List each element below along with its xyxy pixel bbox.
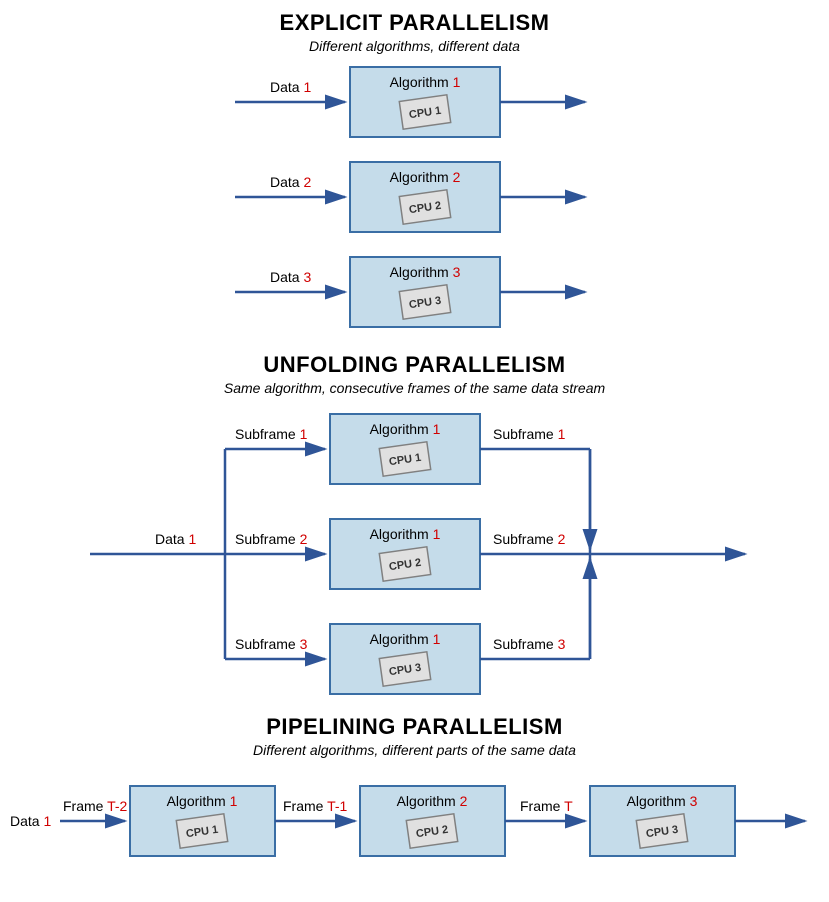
explicit-row-3: Data 3 Algorithm 3 CPU 3 — [235, 257, 585, 327]
unfolding-diagram: Data 1 Subframe 1 Subframe 2 Subframe 3 … — [25, 404, 805, 704]
explicit-row-2: Data 2 Algorithm 2 CPU 2 — [235, 162, 585, 232]
pipelining-section: PIPELINING PARALLELISM Different algorit… — [0, 714, 829, 876]
svg-text:Algorithm 1: Algorithm 1 — [369, 631, 440, 647]
unfolding-subtitle: Same algorithm, consecutive frames of th… — [0, 380, 829, 396]
pipelining-diagram: Data 1 Frame T-2 Algorithm 1 CPU 1 Frame… — [5, 766, 825, 876]
explicit-title: EXPLICIT PARALLELISM — [0, 10, 829, 36]
svg-text:Data 1: Data 1 — [270, 79, 311, 95]
svg-text:Algorithm 1: Algorithm 1 — [369, 421, 440, 437]
explicit-subtitle: Different algorithms, different data — [0, 38, 829, 54]
svg-text:Subframe 1: Subframe 1 — [235, 426, 308, 442]
explicit-row-1: Data 1 Algorithm 1 CPU 1 — [235, 67, 585, 137]
unfolding-row-2: Algorithm 1 CPU 2 — [330, 519, 480, 589]
svg-text:Data 3: Data 3 — [270, 269, 311, 285]
svg-text:Algorithm 1: Algorithm 1 — [369, 526, 440, 542]
pipelining-subtitle: Different algorithms, different parts of… — [0, 742, 829, 758]
unfolding-title: UNFOLDING PARALLELISM — [0, 352, 829, 378]
svg-text:Algorithm 3: Algorithm 3 — [389, 264, 460, 280]
svg-text:Subframe 1: Subframe 1 — [493, 426, 566, 442]
unfolding-row-3: Algorithm 1 CPU 3 — [330, 624, 480, 694]
svg-text:Frame T-2: Frame T-2 — [63, 798, 128, 814]
svg-text:Data 1: Data 1 — [10, 813, 51, 829]
svg-text:Subframe 2: Subframe 2 — [493, 531, 566, 547]
svg-text:Subframe 3: Subframe 3 — [493, 636, 566, 652]
svg-text:Subframe 2: Subframe 2 — [235, 531, 308, 547]
svg-text:Algorithm 1: Algorithm 1 — [166, 793, 237, 809]
unfolding-section: UNFOLDING PARALLELISM Same algorithm, co… — [0, 352, 829, 704]
svg-text:Subframe 3: Subframe 3 — [235, 636, 308, 652]
svg-text:Frame T: Frame T — [520, 798, 573, 814]
svg-text:Frame T-1: Frame T-1 — [283, 798, 348, 814]
svg-text:Algorithm 3: Algorithm 3 — [626, 793, 697, 809]
explicit-diagram: Data 1 Algorithm 1 CPU 1 Data 2 Algorith… — [115, 62, 715, 342]
svg-text:Algorithm 2: Algorithm 2 — [389, 169, 460, 185]
unfolding-row-1: Algorithm 1 CPU 1 — [330, 414, 480, 484]
svg-text:Algorithm 1: Algorithm 1 — [389, 74, 460, 90]
explicit-section: EXPLICIT PARALLELISM Different algorithm… — [0, 10, 829, 342]
svg-text:Data 1: Data 1 — [155, 531, 196, 547]
svg-text:Data 2: Data 2 — [270, 174, 311, 190]
svg-text:Algorithm 2: Algorithm 2 — [396, 793, 467, 809]
pipelining-title: PIPELINING PARALLELISM — [0, 714, 829, 740]
